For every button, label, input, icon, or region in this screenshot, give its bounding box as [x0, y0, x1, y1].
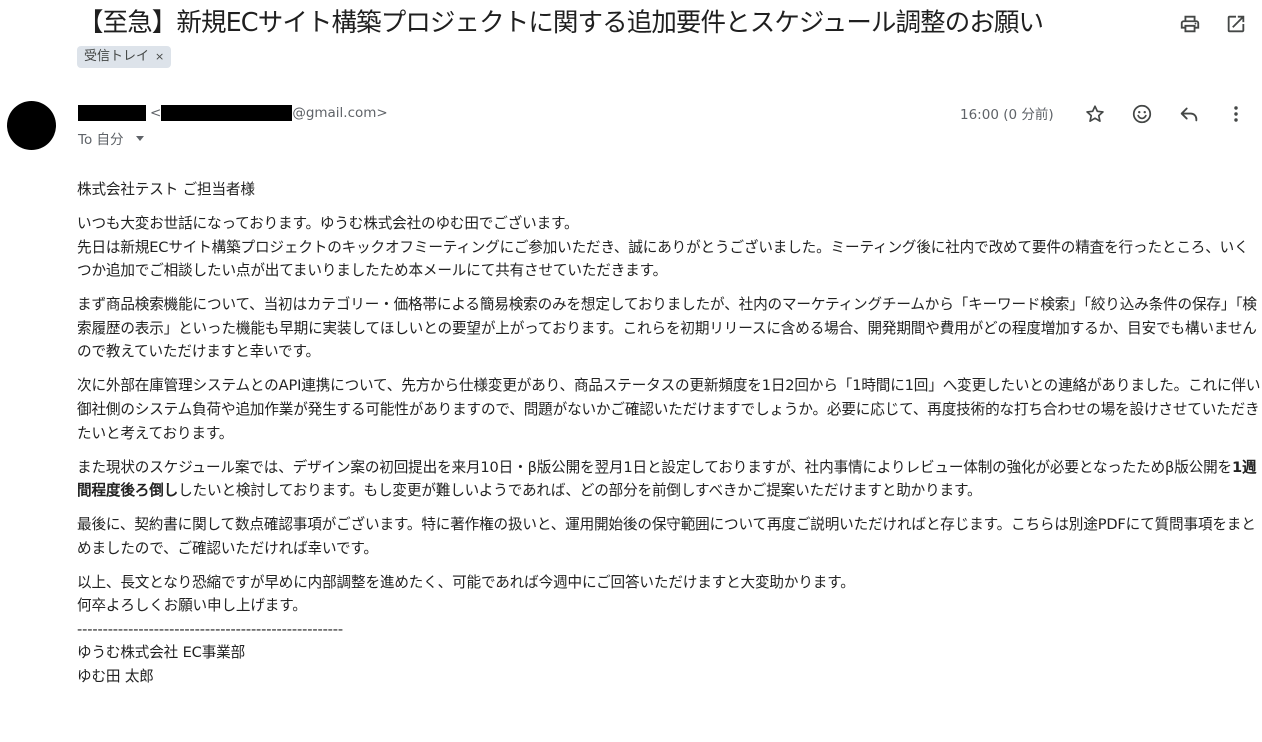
- intro-line-2: 先日は新規ECサイト構築プロジェクトのキックオフミーティングにご参加いただき、誠…: [77, 238, 1249, 280]
- closing-line-2: 何卒よろしくお願い申し上げます。: [77, 597, 307, 615]
- print-icon[interactable]: [1178, 12, 1202, 36]
- redacted-sender-email: [161, 105, 293, 121]
- paragraph-api: 次に外部在庫管理システムとのAPI連携について、先方から仕様変更があり、商品ステ…: [77, 377, 1261, 442]
- more-vert-icon[interactable]: [1224, 102, 1248, 126]
- schedule-text-after: したいと検討しております。もし変更が難しいようであれば、どの部分を前倒しすべきか…: [178, 482, 982, 500]
- sender-email-domain: @gmail.com>: [292, 105, 388, 121]
- message-actions: [1083, 102, 1248, 126]
- label-chip-inbox[interactable]: 受信トレイ ×: [77, 46, 172, 68]
- paragraph-intro: いつも大変お世話になっております。ゆうむ株式会社のゆむ田でございます。 先日は新…: [77, 212, 1262, 283]
- sender-line: < @gmail.com>: [78, 103, 388, 123]
- paragraph-search-feature: まず商品検索機能について、当初はカテゴリー・価格帯による簡易検索のみを想定してお…: [77, 296, 1257, 361]
- reply-icon[interactable]: [1177, 102, 1201, 126]
- signature-company: ゆうむ株式会社 EC事業部: [77, 644, 246, 662]
- sender-avatar[interactable]: [7, 101, 56, 150]
- label-remove-icon[interactable]: ×: [155, 46, 164, 68]
- closing-line-1: 以上、長文となり恐縮ですが早めに内部調整を進めたく、可能であれば今週中にご回答い…: [77, 573, 855, 591]
- open-in-new-window-icon[interactable]: [1224, 12, 1248, 36]
- star-icon[interactable]: [1083, 102, 1107, 126]
- label-chip-text: 受信トレイ: [84, 49, 150, 64]
- email-body: 株式会社テスト ご担当者様 いつも大変お世話になっております。ゆうむ株式会社のゆ…: [77, 178, 1262, 689]
- sender-email-open-bracket: <: [150, 105, 162, 121]
- intro-line-1: いつも大変お世話になっております。ゆうむ株式会社のゆむ田でございます。: [77, 214, 579, 232]
- email-subject: 【至急】新規ECサイト構築プロジェクトに関する追加要件とスケジュール調整のお願い: [78, 8, 1044, 38]
- recipient-text: To 自分: [78, 132, 124, 148]
- signature-divider: ----------------------------------------…: [77, 620, 344, 638]
- chevron-down-icon[interactable]: [135, 135, 144, 141]
- recipient-line[interactable]: To 自分: [78, 128, 144, 148]
- schedule-text-before: また現状のスケジュール案では、デザイン案の初回提出を来月10日・β版公開を翌月1…: [77, 458, 1232, 476]
- signature-name: ゆむ田 太郎: [77, 668, 154, 686]
- top-toolbar: [1178, 12, 1248, 36]
- paragraph-contract: 最後に、契約書に関して数点確認事項がございます。特に著作権の扱いと、運用開始後の…: [77, 516, 1256, 557]
- greeting: 株式会社テスト ご担当者様: [77, 181, 255, 198]
- emoji-icon[interactable]: [1130, 102, 1154, 126]
- email-timestamp: 16:00 (0 分前): [960, 107, 1054, 123]
- paragraph-closing: 以上、長文となり恐縮ですが早めに内部調整を進めたく、可能であれば今週中にご回答い…: [77, 571, 1262, 618]
- redacted-sender-name: [78, 105, 146, 121]
- paragraph-schedule: また現状のスケジュール案では、デザイン案の初回提出を来月10日・β版公開を翌月1…: [77, 456, 1262, 503]
